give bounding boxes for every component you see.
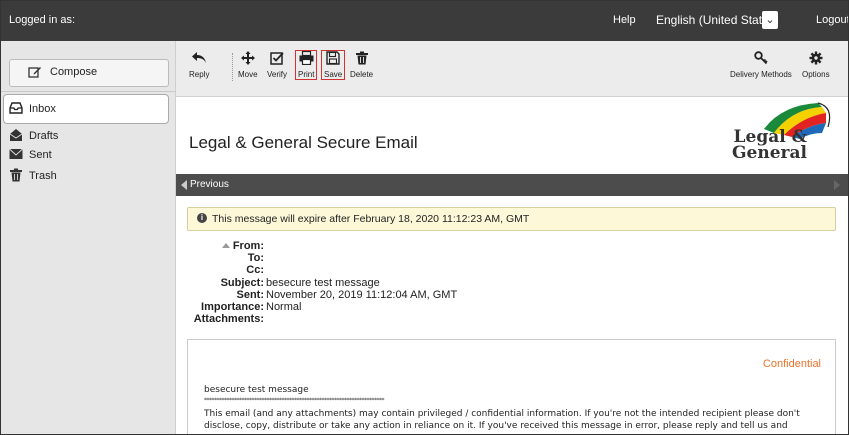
expiry-notice: i This message will expire after Februar…: [187, 207, 836, 231]
verify-icon: [267, 51, 287, 69]
reply-icon: [189, 51, 209, 69]
subject-value: besecure test message: [266, 277, 380, 289]
language-select-value[interactable]: English (United States): [656, 13, 779, 27]
next-arrow-icon[interactable]: [834, 180, 840, 190]
inbox-icon: [9, 101, 23, 115]
save-button[interactable]: Save: [321, 50, 346, 80]
sidebar-item-label: Trash: [29, 170, 57, 182]
info-icon: i: [197, 213, 207, 223]
header-to: To:: [187, 252, 607, 264]
sent-value: November 20, 2019 11:12:04 AM, GMT: [266, 289, 458, 301]
page-title: Legal & General Secure Email: [189, 133, 418, 152]
move-button[interactable]: Move: [238, 51, 258, 79]
sidebar-item-label: Drafts: [29, 130, 59, 142]
legal-general-logo: Legal & General: [722, 99, 838, 173]
collapse-triangle-icon[interactable]: [221, 243, 230, 248]
subject-label: Subject:: [220, 277, 264, 289]
importance-label: Importance:: [201, 301, 264, 313]
message-nav-bar: Previous: [176, 174, 848, 196]
reply-button[interactable]: Reply: [189, 51, 209, 79]
chevron-down-icon[interactable]: ⌄: [762, 11, 778, 29]
compose-icon: [28, 65, 42, 82]
message-first-line: besecure test message: [204, 385, 309, 395]
importance-value: Normal: [266, 301, 302, 313]
header-cc: Cc:: [187, 264, 607, 276]
message-body: Confidential besecure test message *****…: [187, 339, 836, 434]
header-sent: Sent: November 20, 2019 11:12:04 AM, GMT: [187, 289, 607, 301]
help-link[interactable]: Help: [613, 14, 636, 26]
verify-label: Verify: [267, 70, 288, 79]
expiry-text: This message will expire after February …: [212, 213, 530, 225]
options-label: Options: [802, 70, 830, 79]
header-from: From:: [187, 240, 607, 252]
sidebar-item-inbox-selected[interactable]: [3, 94, 169, 124]
sidebar: Compose Inbox Drafts Sent Trash: [1, 41, 176, 434]
delete-button[interactable]: Delete: [350, 51, 373, 79]
cc-label: Cc:: [246, 264, 264, 276]
previous-link[interactable]: Previous: [190, 179, 229, 190]
compose-label: Compose: [50, 66, 98, 78]
print-label: Print: [298, 70, 315, 79]
save-label: Save: [324, 70, 343, 79]
delete-label: Delete: [350, 70, 374, 79]
save-icon: [324, 51, 342, 69]
key-icon: [730, 51, 792, 69]
confidential-label: Confidential: [762, 358, 821, 370]
verify-button[interactable]: Verify: [267, 51, 287, 79]
sidebar-item-label: Sent: [29, 149, 52, 161]
logged-in-label: Logged in as:: [9, 14, 76, 26]
move-icon: [238, 51, 258, 69]
header-subject: Subject: besecure test message: [187, 277, 607, 289]
logo-text-line2: General: [732, 143, 807, 163]
print-icon: [298, 50, 314, 69]
reply-label: Reply: [189, 70, 210, 79]
from-label[interactable]: From:: [221, 240, 264, 252]
delivery-methods-label: Delivery Methods: [730, 70, 792, 79]
sidebar-item-label: Inbox: [29, 103, 56, 115]
top-bar: Logged in as: Help English (United State…: [1, 1, 848, 41]
logo-text: Legal & General: [732, 129, 807, 163]
options-button[interactable]: Options: [802, 51, 830, 79]
trash-icon: [9, 168, 23, 182]
trash-icon: [350, 51, 373, 69]
from-label-text: From:: [232, 240, 264, 252]
toolbar-separator: [232, 53, 233, 81]
message-disclaimer: This email (and any attachments) may con…: [204, 409, 800, 431]
header-attachments: Attachments:: [187, 313, 607, 325]
sent-icon: [9, 147, 23, 161]
compose-button[interactable]: Compose: [9, 59, 169, 87]
logout-link[interactable]: Logout: [816, 14, 848, 26]
toolbar: Reply Move Verify Print Save Delete Deli…: [176, 41, 848, 97]
email-window: Logged in as: Help English (United State…: [0, 0, 849, 435]
move-label: Move: [238, 70, 258, 79]
brand-banner: Legal & General Secure Email Legal & Gen…: [176, 97, 848, 173]
message-separator: ****************************************…: [204, 397, 385, 404]
drafts-icon: [9, 128, 23, 142]
attachments-label: Attachments:: [193, 313, 264, 325]
sidebar-divider: [1, 91, 175, 92]
header-importance: Importance: Normal: [187, 301, 607, 313]
gear-icon: [802, 51, 830, 69]
to-label: To:: [247, 252, 264, 264]
sent-label: Sent:: [236, 289, 265, 301]
print-button[interactable]: Print: [295, 50, 318, 80]
previous-arrow-icon[interactable]: [181, 180, 187, 190]
delivery-methods-button[interactable]: Delivery Methods: [730, 51, 792, 79]
